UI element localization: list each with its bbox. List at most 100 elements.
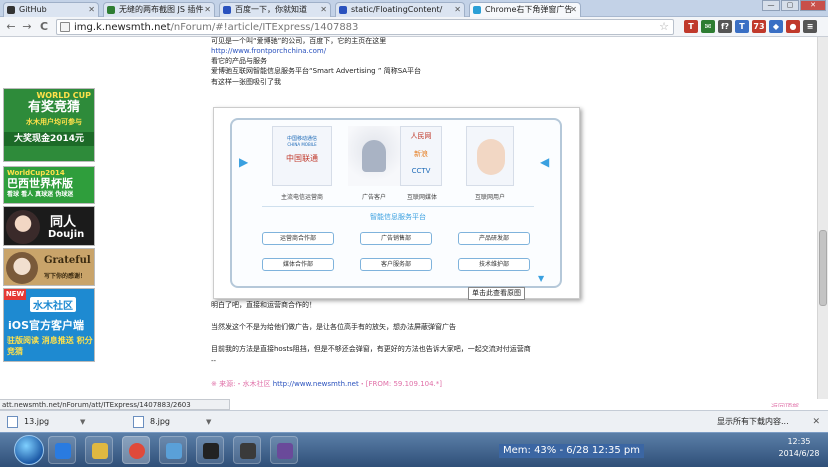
baidu-icon bbox=[223, 6, 231, 14]
article-image[interactable]: ▶ ◀ 中国移动通信 CHINA MOBILE 中国联通 人民网 新浪 CCTV… bbox=[213, 107, 580, 300]
diagram-node-media: 人民网 新浪 CCTV bbox=[400, 126, 442, 186]
article-line: 有这样一张图吸引了我 bbox=[211, 78, 281, 86]
stop-icon[interactable]: ● bbox=[786, 20, 800, 33]
url-text[interactable]: img.k.newsmth.net/nForum/#!article/ITExp… bbox=[74, 21, 358, 34]
dept-box: 客户服务部 bbox=[360, 258, 432, 271]
left-arrow-icon: ▶ bbox=[239, 155, 249, 169]
maximize-button[interactable]: ▢ bbox=[781, 0, 799, 11]
tab-baidu[interactable]: 百度一下，你就知道 ✕ bbox=[219, 2, 331, 17]
banner-line: WorldCup2014 bbox=[7, 169, 65, 177]
banner-ios-client[interactable]: NEW 水木社区 iOS官方客户端 驻版阅读 消息推送 积分竞猜 bbox=[3, 288, 95, 362]
monitor-icon[interactable] bbox=[233, 436, 261, 464]
tab-floating-content[interactable]: static/FloatingContent/ ✕ bbox=[335, 2, 465, 17]
close-tab-icon[interactable]: ✕ bbox=[570, 3, 577, 16]
shield-icon[interactable]: ◆ bbox=[769, 20, 783, 33]
dept-box: 运营商合作部 bbox=[262, 232, 334, 245]
clock-time: 12:35 bbox=[787, 437, 811, 446]
article-line: 可见是一个叫“爱博驰”的公司，百度下，它的主页在这里 bbox=[211, 37, 387, 45]
vertical-scrollbar[interactable] bbox=[817, 37, 828, 399]
menu-icon[interactable]: ≡ bbox=[803, 20, 817, 33]
chevron-down-icon[interactable]: ▼ bbox=[80, 414, 85, 430]
tab-github[interactable]: GitHub ✕ bbox=[3, 2, 99, 17]
footer-link[interactable]: http://www.newsmth.net bbox=[273, 380, 359, 388]
download-item[interactable]: 13.jpg ▼ bbox=[4, 414, 96, 430]
tab-screenshot-plugin[interactable]: 无缝的两布截图 JS 插件 ✕ bbox=[103, 2, 215, 17]
logo-line: 中国移动通信 bbox=[286, 136, 317, 142]
download-shelf: 13.jpg ▼ 8.jpg ▼ 显示所有下载内容... ✕ bbox=[0, 410, 828, 432]
banner-grateful[interactable]: Grateful 写下你的感谢！ bbox=[3, 248, 95, 286]
dept-box: 媒体合作部 bbox=[262, 258, 334, 271]
banner-line: 水木用户均可参与 bbox=[26, 118, 82, 126]
dept-box: 广告销售部 bbox=[360, 232, 432, 245]
minimize-button[interactable]: — bbox=[762, 0, 780, 11]
scrollbar-thumb[interactable] bbox=[819, 230, 827, 306]
article-line: -- bbox=[211, 357, 217, 365]
article-link[interactable]: http://www.frontporchchina.com/ bbox=[211, 47, 326, 56]
banner-line: 驻版阅读 消息推送 积分竞猜 bbox=[7, 336, 93, 356]
article-line: 爱博驰互联网智能信息服务平台“Smart Advertising ” 简称SA平… bbox=[211, 67, 422, 75]
clock-date: 2014/6/28 bbox=[778, 449, 820, 458]
url-host: img.k.newsmth.net bbox=[74, 22, 171, 33]
article-line: 目前我的方法是直接hosts阻挡，但是不够还会弹窗，有更好的方法也告诉大家吧，一… bbox=[211, 345, 531, 353]
eclipse-icon-glyph bbox=[277, 443, 293, 459]
toolbar-red-icon[interactable]: T bbox=[684, 20, 698, 33]
badge-icon[interactable]: 73 bbox=[752, 20, 766, 33]
new-ribbon: NEW bbox=[4, 289, 26, 300]
chevron-down-icon[interactable]: ▼ bbox=[206, 414, 211, 430]
download-filename: 8.jpg bbox=[150, 417, 171, 426]
browser-toolbar: ← → C img.k.newsmth.net/nForum/#!article… bbox=[0, 17, 828, 37]
reload-button[interactable]: C bbox=[37, 20, 51, 34]
close-tab-icon[interactable]: ✕ bbox=[320, 3, 327, 16]
email-icon[interactable]: ✉ bbox=[701, 20, 715, 33]
back-button[interactable]: ← bbox=[4, 20, 18, 34]
banner-line: iOS官方客户端 bbox=[8, 319, 85, 332]
people-icon bbox=[362, 140, 386, 172]
image-file-icon bbox=[7, 416, 18, 428]
back-to-top-link[interactable]: 返回顶部 bbox=[771, 403, 799, 407]
image-file-icon bbox=[133, 416, 144, 428]
close-tab-icon[interactable]: ✕ bbox=[204, 3, 211, 16]
diagram-frame: ▶ ◀ 中国移动通信 CHINA MOBILE 中国联通 人民网 新浪 CCTV… bbox=[230, 118, 562, 288]
folder-icon bbox=[339, 6, 347, 14]
url-path: /nForum/#!article/ITExpress/1407883 bbox=[170, 22, 359, 33]
memory-indicator: Mem: 43% - 6/28 12:35 pm bbox=[499, 444, 644, 458]
start-button[interactable] bbox=[14, 435, 44, 465]
windows-taskbar: Mem: 43% - 6/28 12:35 pm 12:35 2014/6/28 bbox=[0, 432, 828, 467]
font-icon[interactable]: f? bbox=[718, 20, 732, 33]
download-item[interactable]: 8.jpg ▼ bbox=[130, 414, 222, 430]
banner-doujin[interactable]: 同人 Doujin bbox=[3, 206, 95, 246]
banner-line: 同人 bbox=[50, 215, 77, 230]
system-clock[interactable]: 12:35 2014/6/28 bbox=[778, 436, 820, 460]
page-info-icon[interactable] bbox=[60, 22, 70, 32]
eclipse-icon[interactable] bbox=[270, 436, 298, 464]
explorer-icon[interactable] bbox=[85, 436, 113, 464]
ie-icon[interactable] bbox=[48, 436, 76, 464]
address-bar[interactable]: img.k.newsmth.net/nForum/#!article/ITExp… bbox=[56, 19, 674, 35]
app-icon[interactable] bbox=[159, 436, 187, 464]
chrome-icon[interactable] bbox=[122, 436, 150, 464]
banner-world-cup-brazil[interactable]: WorldCup2014 巴西世界杯版 看球 看人 真球迷 伪球迷 bbox=[3, 166, 95, 204]
show-all-downloads-link[interactable]: 显示所有下载内容... bbox=[717, 414, 789, 430]
tab-label: static/FloatingContent/ bbox=[351, 5, 443, 14]
tab-chrome-popup-ad[interactable]: Chrome右下角弹窗广告 ✕ bbox=[469, 2, 581, 17]
tab-label: GitHub bbox=[19, 5, 47, 14]
media-line: CCTV bbox=[411, 167, 431, 175]
dept-box: 技术维护部 bbox=[458, 258, 530, 271]
tab-label: 百度一下，你就知道 bbox=[235, 5, 307, 14]
cmd-icon[interactable] bbox=[196, 436, 224, 464]
close-download-shelf-icon[interactable]: ✕ bbox=[812, 414, 820, 430]
close-window-button[interactable]: ✕ bbox=[800, 0, 826, 11]
close-tab-icon[interactable]: ✕ bbox=[454, 3, 461, 16]
diagram-divider bbox=[262, 206, 534, 207]
window-controls: — ▢ ✕ bbox=[762, 0, 826, 12]
banner-line: 写下你的感谢！ bbox=[44, 273, 87, 280]
close-tab-icon[interactable]: ✕ bbox=[88, 3, 95, 16]
banner-line: 大奖现金2014元 bbox=[4, 132, 94, 146]
blue-t-icon[interactable]: T bbox=[735, 20, 749, 33]
banner-world-cup-quiz[interactable]: WORLD CUP 有奖竞猜 水木用户均可参与 大奖现金2014元 bbox=[3, 88, 95, 162]
grateful-avatar bbox=[6, 252, 38, 284]
monitor-icon-glyph bbox=[240, 443, 256, 459]
bookmark-star-icon[interactable]: ☆ bbox=[659, 20, 669, 34]
forward-button[interactable]: → bbox=[20, 20, 34, 34]
banner-line: 看球 看人 真球迷 伪球迷 bbox=[7, 191, 74, 198]
